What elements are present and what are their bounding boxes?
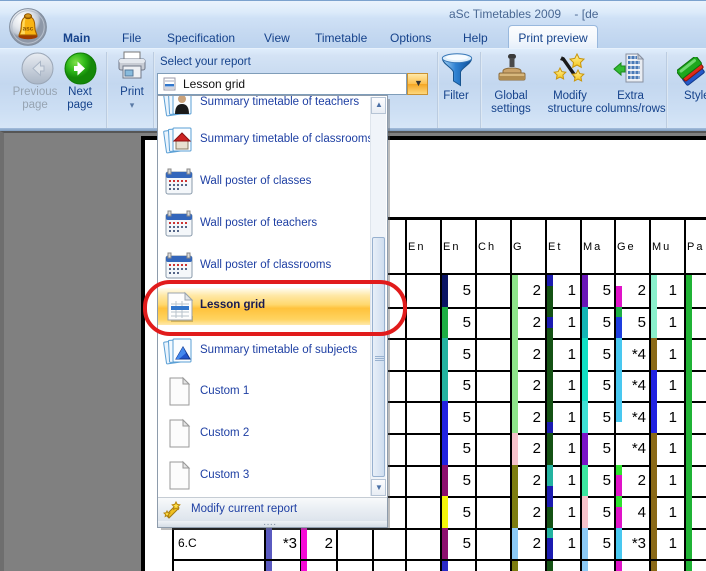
svg-text:asc: asc — [23, 26, 34, 33]
